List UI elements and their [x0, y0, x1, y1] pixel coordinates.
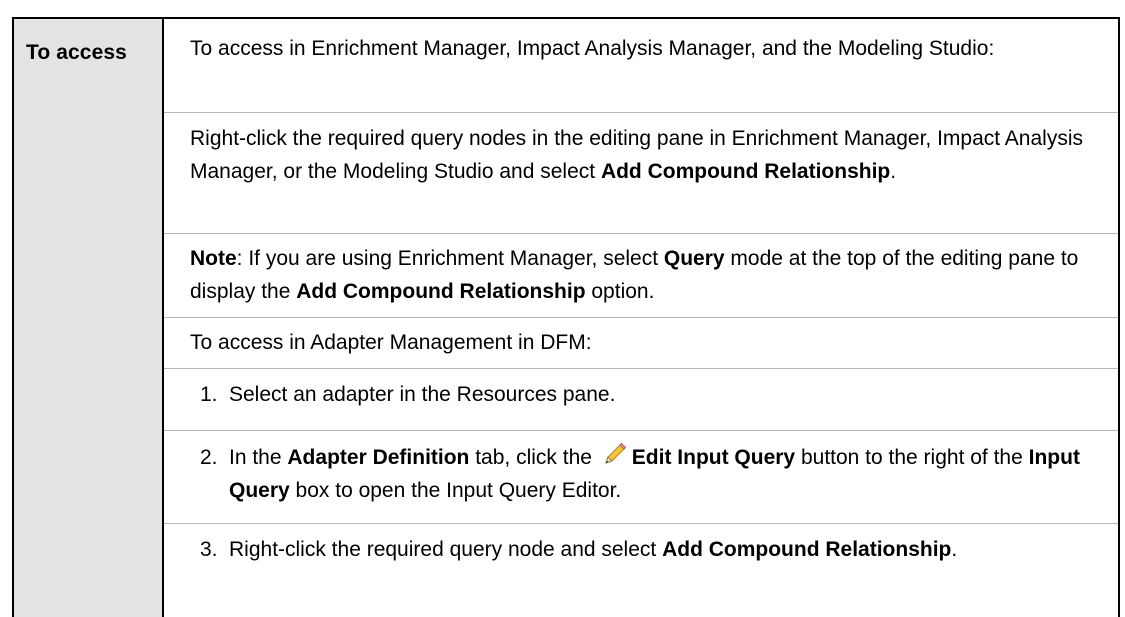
- add-compound-relationship-term: Add Compound Relationship: [662, 538, 952, 561]
- step-text: In the Adapter Definition tab, click the…: [229, 441, 1098, 507]
- pencil-edit-icon: [600, 441, 628, 469]
- note-paragraph: Note: If you are using Enrichment Manage…: [190, 247, 1079, 303]
- row-divider: [164, 523, 1118, 524]
- step-text: Select an adapter in the Resources pane.: [229, 383, 616, 406]
- step-number: 1.: [200, 383, 218, 406]
- step-number: 3.: [200, 538, 218, 561]
- intro-paragraph: To access in Enrichment Manager, Impact …: [190, 37, 995, 60]
- row-divider: [164, 317, 1118, 318]
- header-cell: To access: [14, 19, 164, 617]
- header-label: To access: [26, 41, 127, 64]
- content-cell: To access in Enrichment Manager, Impact …: [164, 19, 1118, 617]
- right-click-paragraph: Right-click the required query nodes in …: [190, 127, 1083, 183]
- dfm-intro-paragraph: To access in Adapter Management in DFM:: [190, 331, 592, 354]
- add-compound-relationship-term: Add Compound Relationship: [600, 160, 891, 183]
- step-number: 2.: [200, 446, 218, 469]
- access-table: To access To access in Enrichment Manage…: [12, 17, 1120, 617]
- row-divider: [164, 112, 1118, 113]
- row-divider: [164, 430, 1118, 431]
- row-divider: [164, 233, 1118, 234]
- row-divider: [164, 368, 1118, 369]
- step-text: Right-click the required query node and …: [229, 538, 958, 561]
- note-label: Note: [190, 247, 237, 270]
